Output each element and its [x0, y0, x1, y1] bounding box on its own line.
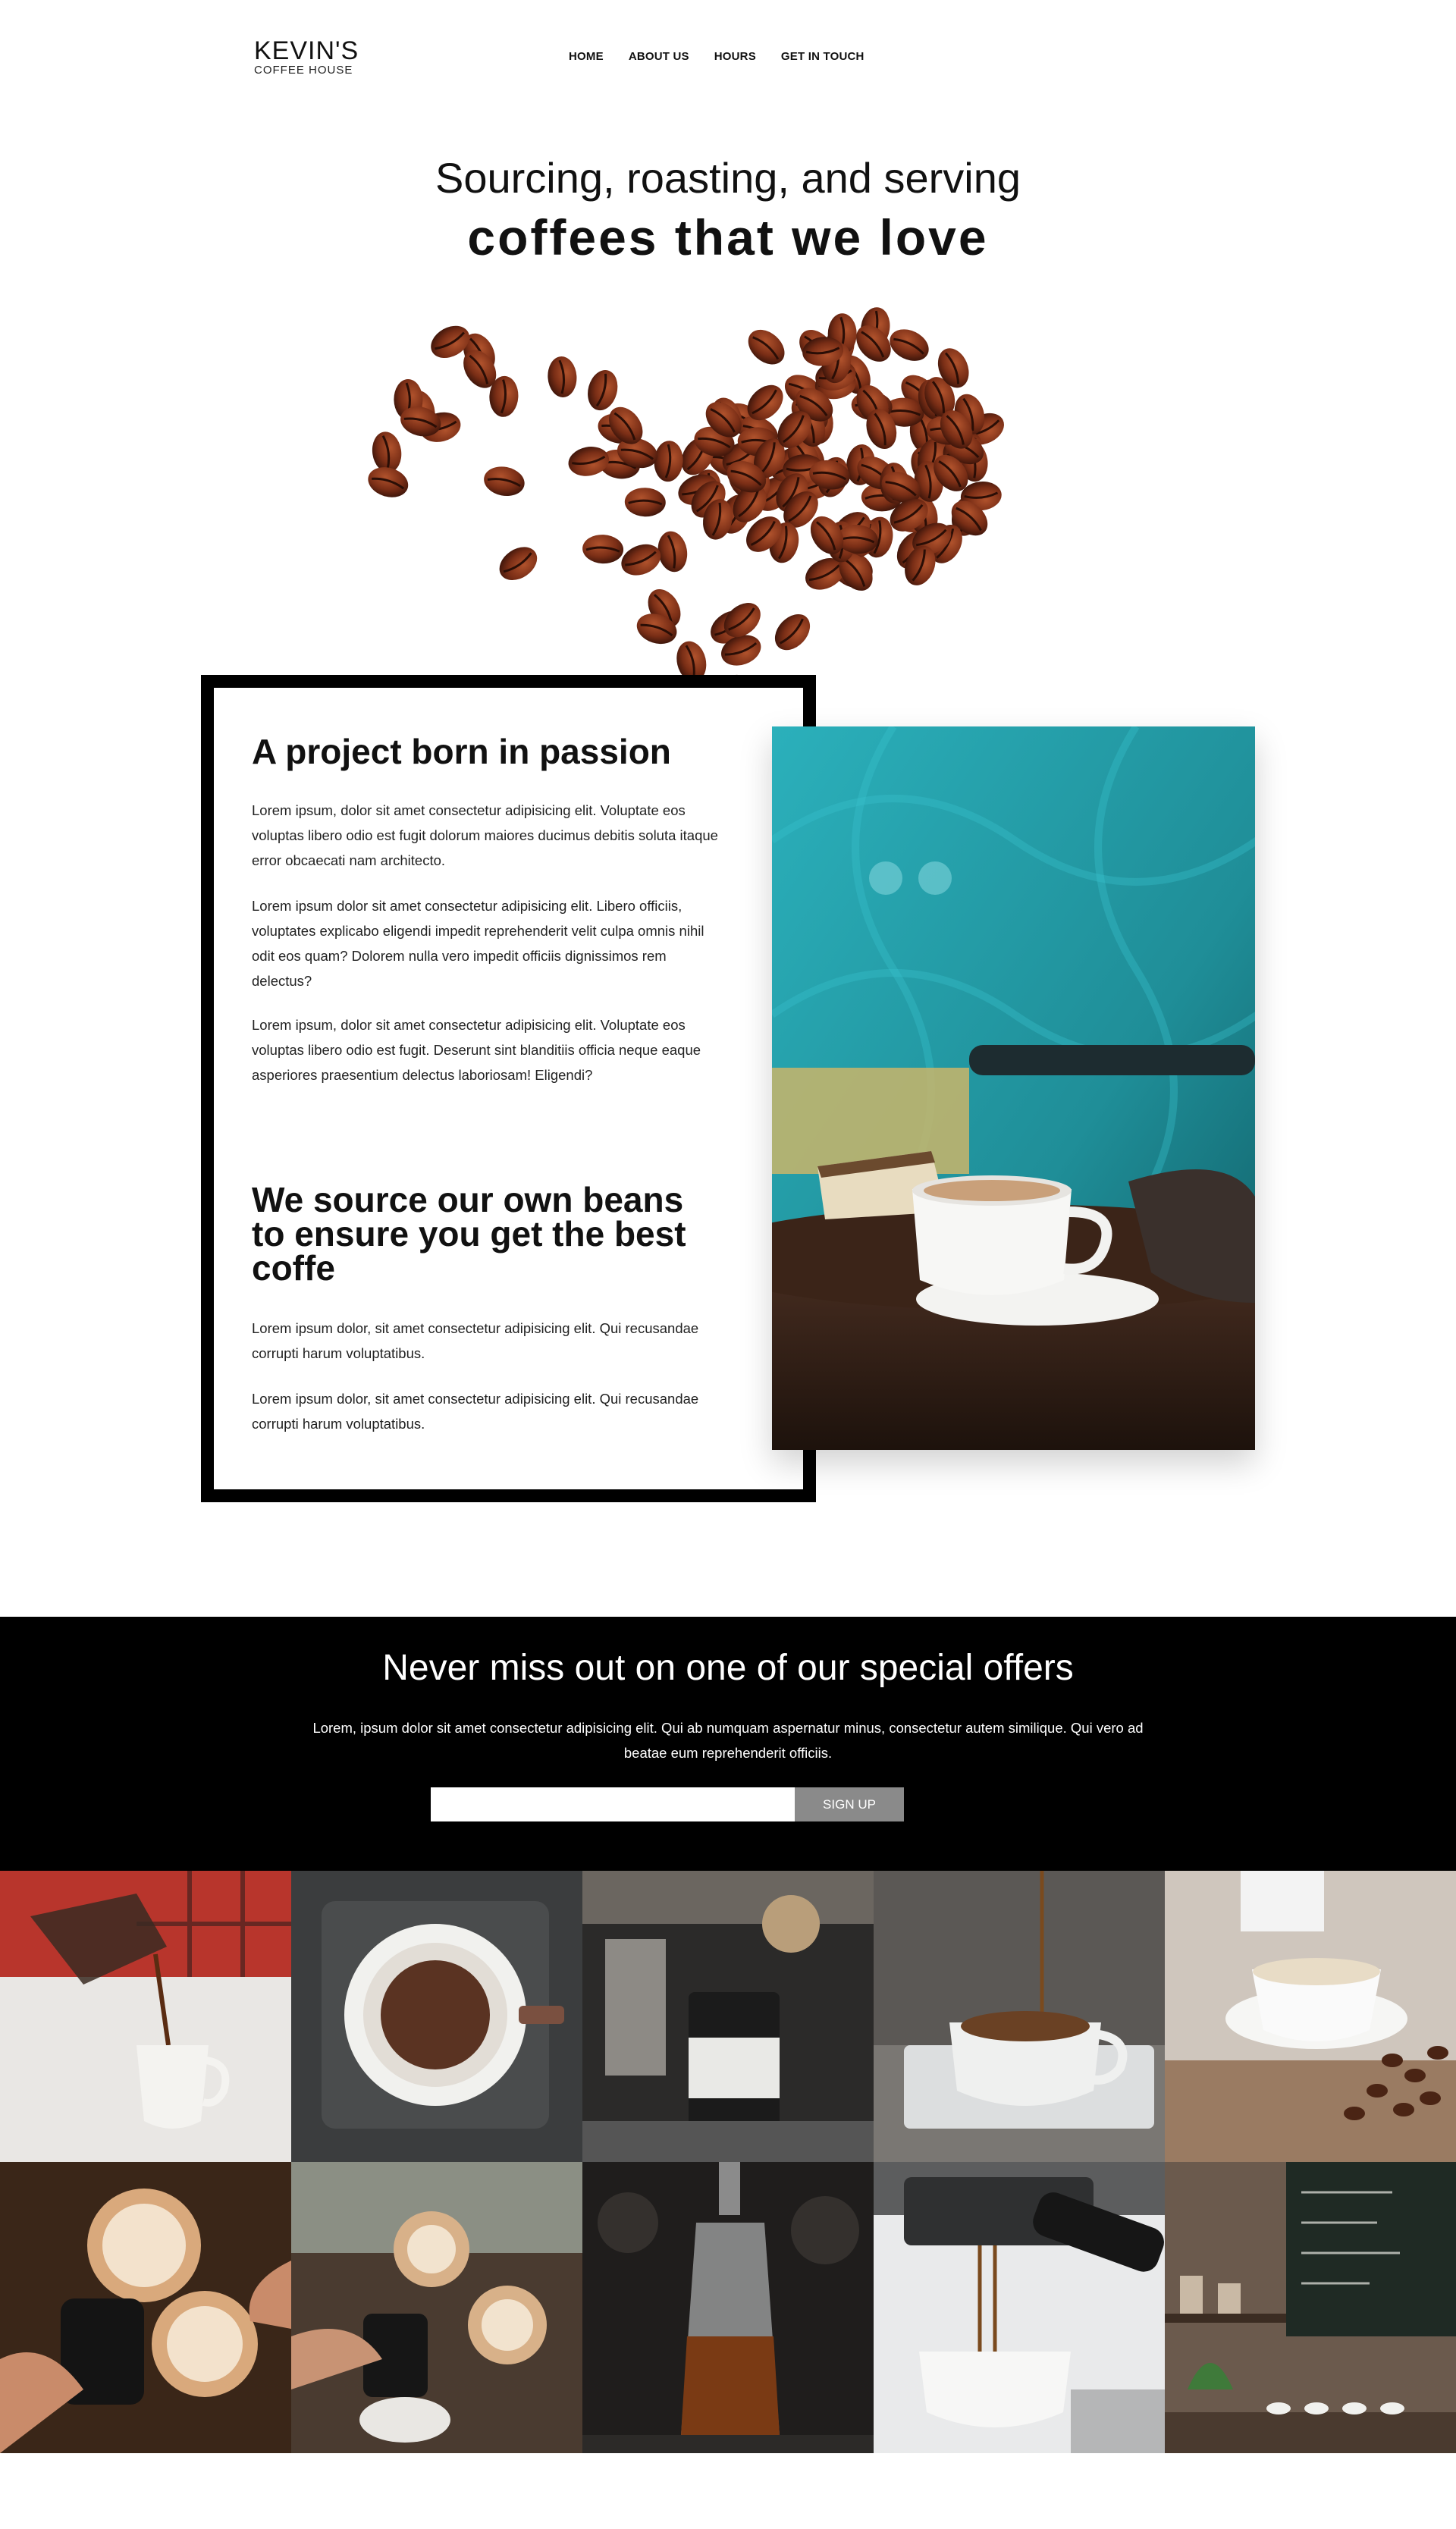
coffee-bean [548, 356, 577, 397]
main-nav: HOME ABOUT US HOURS GET IN TOUCH [569, 50, 890, 63]
coffee-bean [624, 488, 666, 517]
story-paragraph-1: Lorem ipsum, dolor sit amet consectetur … [252, 802, 718, 868]
coffee-bean [368, 467, 409, 497]
story-heading: A project born in passion [252, 732, 671, 771]
offers-text: Lorem, ipsum dolor sit amet consectetur … [312, 1720, 1144, 1761]
cafe-cup-photo [772, 726, 1255, 1450]
coffee-bean [774, 613, 811, 651]
gallery-photo-sharing-coffee [291, 2162, 582, 2453]
story-paragraph-2: Lorem ipsum dolor sit amet consectetur a… [252, 898, 704, 989]
coffee-bean [499, 547, 538, 581]
coffee-bean [588, 370, 618, 411]
logo-tagline: COFFEE HOUSE [254, 64, 353, 77]
coffee-bean [621, 544, 661, 576]
gallery-photo-cup-with-beans [1165, 1871, 1456, 2162]
nav-get-in-touch[interactable]: GET IN TOUCH [781, 50, 864, 63]
sourcing-paragraph-2: Lorem ipsum dolor, sit amet consectetur … [252, 1391, 699, 1432]
logo[interactable]: KEVIN'S COFFEE HOUSE [254, 38, 359, 76]
gallery-photo-pour-over [0, 1871, 291, 2162]
coffee-bean [568, 447, 610, 476]
gallery-photo-cold-brew [582, 2162, 874, 2453]
coffee-beans-image [368, 307, 1004, 705]
nav-hours[interactable]: HOURS [714, 50, 756, 63]
gallery-photo-cafe-counter [1165, 2162, 1456, 2453]
gallery-photo-espresso-shot [874, 2162, 1165, 2453]
gallery-photo-latte-art [0, 2162, 291, 2453]
gallery-photo-filter [291, 1871, 582, 2162]
sourcing-heading: We source our own beans to ensure you ge… [252, 1180, 686, 1288]
hero-title: coffees that we love [467, 209, 989, 265]
sign-up-button[interactable]: SIGN UP [795, 1787, 904, 1821]
hero-subtitle: Sourcing, roasting, and serving [435, 154, 1021, 202]
email-input[interactable] [431, 1787, 795, 1821]
coffee-bean [748, 329, 785, 365]
gallery-photo-pouring-coffee [874, 1871, 1165, 2162]
photo-gallery [0, 1871, 1456, 2453]
gallery-photo-espresso-machine [582, 1871, 874, 2162]
coffee-bean [582, 535, 624, 564]
nav-about-us[interactable]: ABOUT US [629, 50, 689, 63]
coffee-bean [657, 531, 688, 573]
site-header: KEVIN'S COFFEE HOUSE HOME ABOUT US HOURS… [0, 0, 1456, 114]
nav-home[interactable]: HOME [569, 50, 604, 63]
offers-title: Never miss out on one of our special off… [382, 1648, 1074, 1688]
offers-section: Never miss out on one of our special off… [0, 1617, 1456, 1871]
coffee-bean [654, 441, 683, 482]
sourcing-paragraph-1: Lorem ipsum dolor, sit amet consectetur … [252, 1320, 699, 1361]
logo-name: KEVIN'S [254, 36, 359, 65]
story-paragraph-3: Lorem ipsum, dolor sit amet consectetur … [252, 1017, 701, 1083]
coffee-bean [484, 466, 525, 497]
coffee-bean [890, 329, 929, 361]
